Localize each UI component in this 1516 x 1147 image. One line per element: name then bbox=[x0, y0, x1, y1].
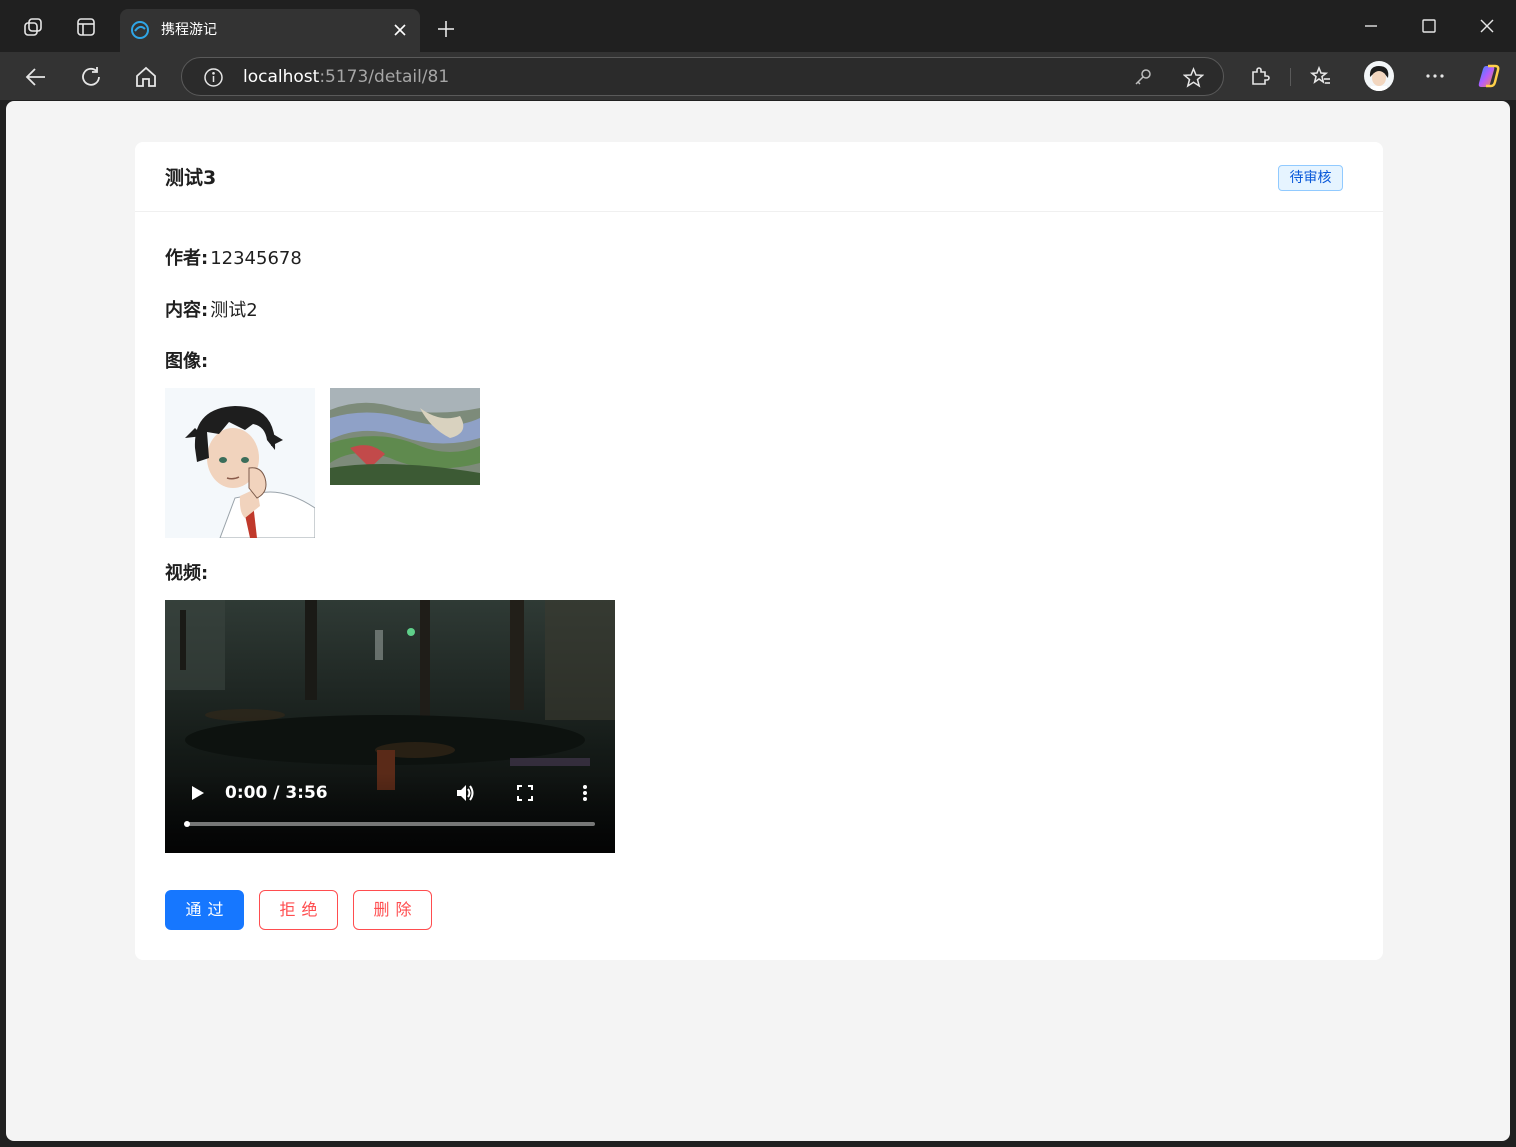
content-value: 测试2 bbox=[210, 300, 258, 321]
browser-toolbar: localhost:5173/detail/81 bbox=[0, 52, 1516, 100]
maximize-icon[interactable] bbox=[1417, 14, 1441, 38]
card-header: 测试3 待审核 bbox=[135, 142, 1383, 212]
url-text: localhost:5173/detail/81 bbox=[243, 66, 449, 88]
address-bar[interactable]: localhost:5173/detail/81 bbox=[181, 57, 1224, 96]
site-info-icon[interactable] bbox=[203, 67, 224, 88]
play-icon[interactable] bbox=[187, 783, 207, 803]
video-progress-bar[interactable] bbox=[185, 822, 595, 826]
author-field: 作者: 12345678 bbox=[165, 247, 302, 271]
workspaces-icon[interactable] bbox=[22, 16, 44, 38]
images-label: 图像: bbox=[165, 351, 209, 372]
author-value: 12345678 bbox=[210, 248, 302, 269]
new-tab-icon[interactable] bbox=[435, 18, 457, 40]
content-field: 内容: 测试2 bbox=[165, 299, 258, 323]
detail-card: 测试3 待审核 作者: 12345678 内容: 测试2 图像: 视频: 0:0… bbox=[135, 142, 1383, 960]
video-player[interactable]: 0:00 / 3:56 bbox=[165, 600, 615, 853]
close-window-icon[interactable] bbox=[1475, 14, 1499, 38]
profile-avatar-image bbox=[1369, 66, 1389, 91]
page-viewport: 测试3 待审核 作者: 12345678 内容: 测试2 图像: 视频: 0:0… bbox=[6, 101, 1510, 1141]
image-thumbnail-1[interactable] bbox=[165, 388, 315, 538]
status-badge: 待审核 bbox=[1278, 165, 1343, 191]
refresh-icon[interactable] bbox=[78, 64, 104, 90]
approve-button[interactable]: 通过 bbox=[165, 890, 244, 930]
video-progress-handle[interactable] bbox=[184, 821, 190, 827]
close-tab-icon[interactable] bbox=[390, 20, 410, 40]
active-tab[interactable]: 携程游记 bbox=[120, 9, 420, 52]
author-label: 作者: bbox=[165, 248, 209, 269]
portrait-illustration bbox=[165, 388, 315, 538]
video-more-icon[interactable] bbox=[577, 783, 593, 803]
url-host: localhost bbox=[243, 67, 320, 87]
images-field: 图像: bbox=[165, 350, 208, 374]
key-icon[interactable] bbox=[1133, 67, 1154, 88]
site-favicon-icon bbox=[131, 21, 149, 39]
minimize-icon[interactable] bbox=[1359, 14, 1383, 38]
video-time: 0:00 / 3:56 bbox=[225, 783, 328, 803]
page-title: 测试3 bbox=[165, 167, 217, 189]
fullscreen-icon[interactable] bbox=[515, 783, 535, 803]
reject-button[interactable]: 拒绝 bbox=[259, 890, 338, 930]
tab-actions-icon[interactable] bbox=[75, 16, 97, 38]
profile-avatar[interactable] bbox=[1364, 61, 1394, 91]
video-field: 视频: bbox=[165, 562, 208, 586]
url-path: :5173/detail/81 bbox=[319, 67, 450, 87]
tab-title: 携程游记 bbox=[161, 22, 217, 38]
favorites-icon[interactable] bbox=[1310, 65, 1332, 87]
home-icon[interactable] bbox=[133, 64, 159, 90]
volume-icon[interactable] bbox=[454, 782, 476, 804]
video-label: 视频: bbox=[165, 563, 209, 584]
more-options-icon[interactable] bbox=[1424, 65, 1446, 87]
copilot-icon[interactable] bbox=[1475, 62, 1503, 90]
favorite-star-icon[interactable] bbox=[1183, 67, 1204, 88]
toolbar-separator bbox=[1290, 68, 1291, 86]
terraces-photo bbox=[330, 388, 480, 485]
content-label: 内容: bbox=[165, 300, 209, 321]
back-icon[interactable] bbox=[23, 64, 49, 90]
image-thumbnail-2[interactable] bbox=[330, 388, 480, 485]
extensions-icon[interactable] bbox=[1249, 65, 1271, 87]
delete-button[interactable]: 删除 bbox=[353, 890, 432, 930]
browser-title-bar: 携程游记 bbox=[0, 0, 1516, 52]
